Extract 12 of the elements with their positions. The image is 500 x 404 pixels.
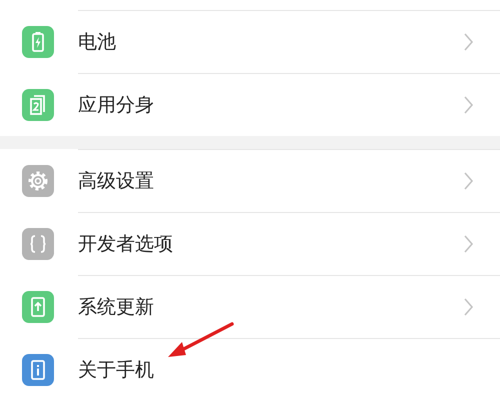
arrow-annotation xyxy=(166,320,236,360)
settings-item[interactable]: 开发者选项 xyxy=(0,212,500,275)
item-label: 系统更新 xyxy=(78,295,154,320)
item-label: 应用分身 xyxy=(78,93,154,118)
settings-item[interactable]: 关于手机 xyxy=(0,338,500,401)
item-label: 开发者选项 xyxy=(78,232,173,257)
item-label: 关于手机 xyxy=(78,358,154,383)
settings-item[interactable]: 系统更新 xyxy=(0,275,500,338)
item-label: 高级设置 xyxy=(78,169,154,194)
settings-item[interactable]: 高级设置 xyxy=(0,149,500,212)
item-label: 电池 xyxy=(78,30,116,55)
settings-item[interactable]: 电池 xyxy=(0,10,500,73)
